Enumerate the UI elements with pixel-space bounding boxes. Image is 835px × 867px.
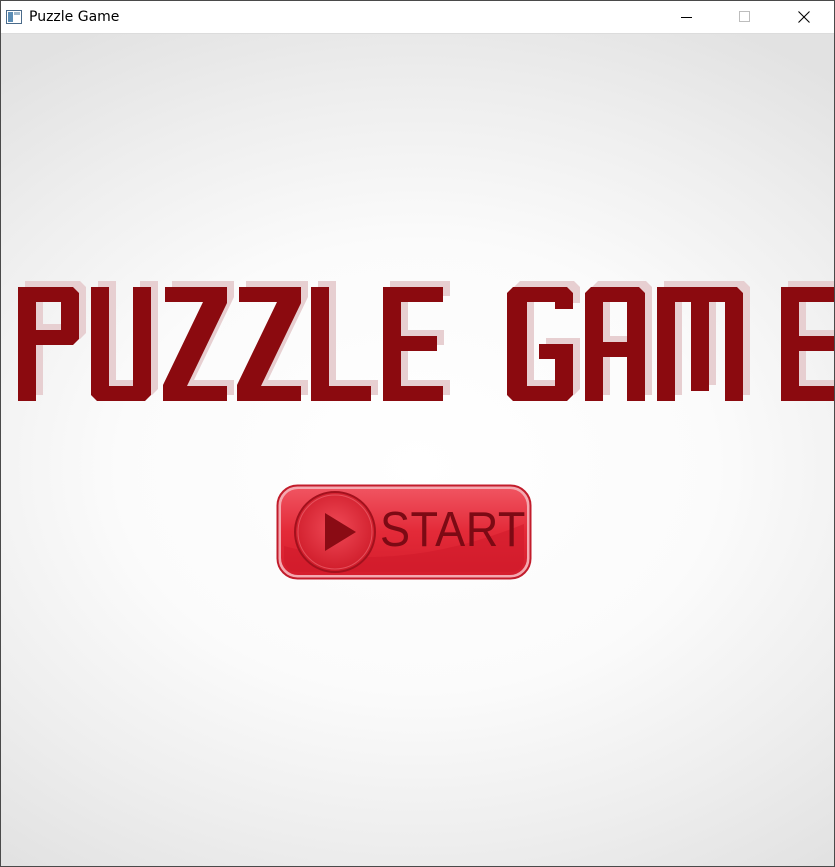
close-icon: [798, 11, 810, 23]
minimize-button[interactable]: [658, 1, 716, 33]
game-window: Puzzle Game START: [0, 0, 835, 867]
start-label: START: [380, 503, 526, 557]
app-icon: [6, 10, 22, 24]
window-title: Puzzle Game: [29, 9, 120, 25]
maximize-button[interactable]: [716, 1, 774, 33]
minimize-icon: [681, 17, 692, 18]
play-icon: [325, 513, 356, 551]
start-button[interactable]: START: [276, 484, 532, 580]
game-title: [18, 281, 834, 401]
title-bar[interactable]: Puzzle Game: [1, 1, 834, 34]
maximize-icon: [739, 11, 750, 22]
close-button[interactable]: [775, 1, 833, 33]
game-canvas[interactable]: START: [1, 34, 834, 866]
